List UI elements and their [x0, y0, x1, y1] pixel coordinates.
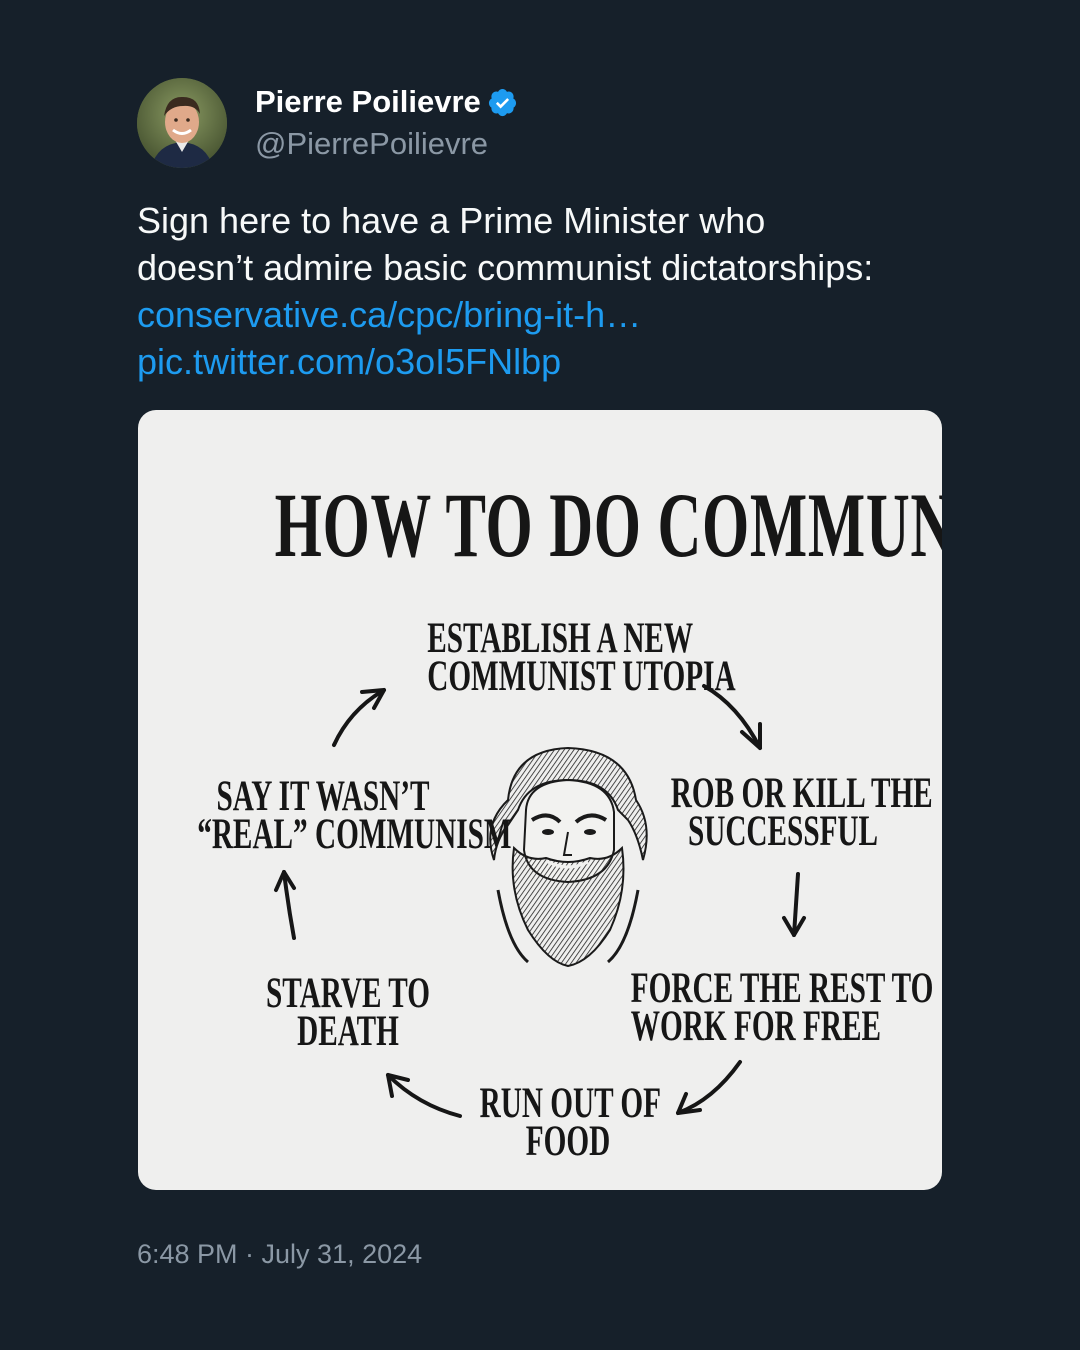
- tweet-text-line: doesn’t admire basic communist dictators…: [137, 247, 874, 288]
- media-link[interactable]: pic.twitter.com/o3oI5FNlbp: [137, 338, 1017, 385]
- verified-badge-icon: [487, 87, 518, 118]
- tweet-text-line: Sign here to have a Prime Minister who: [137, 200, 766, 241]
- step-run-out: RUN OUT OF FOOD: [479, 1080, 662, 1165]
- tweet-media-image[interactable]: HOW TO DO COMMUNISM: [138, 410, 942, 1190]
- avatar[interactable]: [137, 78, 227, 168]
- display-name[interactable]: Pierre Poilievre: [255, 82, 481, 122]
- tweet-header: Pierre Poilievre @PierrePoilievre: [137, 78, 518, 168]
- tweet-text: Sign here to have a Prime Minister who d…: [137, 197, 1017, 385]
- step-force: FORCE THE REST TO WORK FOR FREE: [630, 965, 934, 1050]
- step-starve: STARVE TO DEATH: [266, 970, 430, 1055]
- handle[interactable]: @PierrePoilievre: [255, 124, 518, 164]
- external-link[interactable]: conservative.ca/cpc/bring-it-h…: [137, 291, 1017, 338]
- step-rob: ROB OR KILL THE SUCCESSFUL: [670, 770, 933, 855]
- step-say: SAY IT WASN’T “REAL” COMMUNISM: [197, 773, 512, 858]
- tweet-timestamp[interactable]: 6:48 PM · July 31, 2024: [137, 1236, 422, 1272]
- step-establish: ESTABLISH A NEW COMMUNIST UTOPIA: [427, 615, 736, 700]
